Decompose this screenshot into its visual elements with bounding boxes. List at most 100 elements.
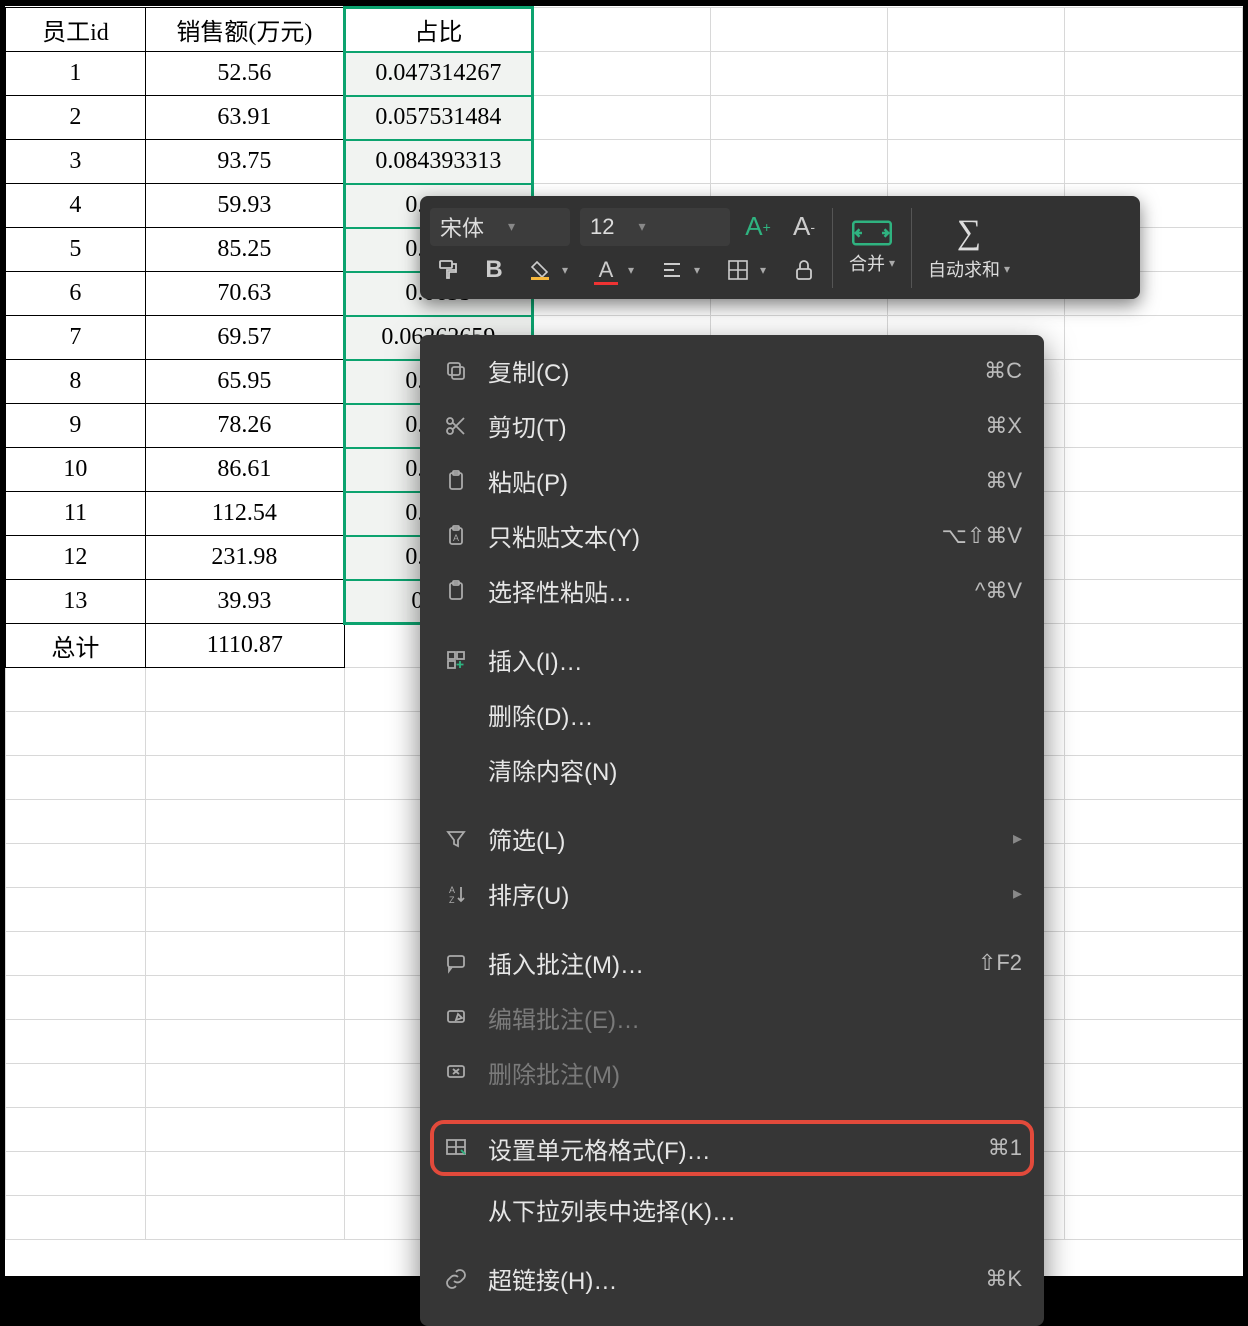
total-label[interactable]: 总计 [6,624,146,668]
data-cell[interactable]: 52.56 [145,52,344,96]
empty-cell[interactable] [6,976,146,1020]
data-cell[interactable]: 0.047314267 [344,52,532,96]
data-cell[interactable]: 1 [6,52,146,96]
menu-insert[interactable]: 插入(I)… [420,632,1044,687]
menu-clear[interactable]: 清除内容(N) [420,742,1044,797]
data-cell[interactable]: 10 [6,448,146,492]
empty-cell[interactable] [1065,536,1243,580]
data-cell[interactable]: 65.95 [145,360,344,404]
empty-cell[interactable] [145,844,344,888]
empty-cell[interactable] [1065,976,1243,1020]
data-cell[interactable]: 93.75 [145,140,344,184]
data-cell[interactable]: 5 [6,228,146,272]
empty-cell[interactable] [145,1108,344,1152]
empty-cell[interactable] [533,140,710,184]
decrease-font-icon[interactable]: A- [786,209,822,245]
format-painter-icon[interactable] [430,252,466,288]
empty-cell[interactable] [145,1020,344,1064]
empty-cell[interactable] [6,932,146,976]
empty-cell[interactable] [6,844,146,888]
empty-cell[interactable] [1065,932,1243,976]
empty-cell[interactable] [1065,404,1243,448]
data-cell[interactable]: 85.25 [145,228,344,272]
menu-paste-special[interactable]: 选择性粘贴… ^⌘V [420,563,1044,618]
column-header[interactable]: 占比 [344,8,532,52]
empty-cell[interactable] [887,52,1064,96]
empty-cell[interactable] [145,1064,344,1108]
empty-cell[interactable] [6,1108,146,1152]
data-cell[interactable]: 13 [6,580,146,624]
empty-cell[interactable] [710,140,887,184]
empty-cell[interactable] [145,888,344,932]
empty-cell[interactable] [1065,360,1243,404]
empty-cell[interactable] [145,756,344,800]
column-header[interactable]: 销售额(万元) [145,8,344,52]
data-cell[interactable]: 69.57 [145,316,344,360]
empty-cell[interactable] [6,1196,146,1240]
empty-cell[interactable] [1065,712,1243,756]
empty-cell[interactable] [1065,668,1243,712]
data-cell[interactable]: 86.61 [145,448,344,492]
empty-cell[interactable] [1065,1020,1243,1064]
empty-cell[interactable] [710,96,887,140]
empty-cell[interactable] [6,668,146,712]
data-cell[interactable]: 231.98 [145,536,344,580]
data-cell[interactable]: 8 [6,360,146,404]
empty-cell[interactable] [710,52,887,96]
merge-button[interactable]: 合并▾ [833,196,911,299]
menu-sort[interactable]: AZ 排序(U) ▸ [420,866,1044,921]
empty-cell[interactable] [533,52,710,96]
empty-cell[interactable] [6,712,146,756]
menu-paste-text[interactable]: A 只粘贴文本(Y) ⌥⇧⌘V [420,508,1044,563]
menu-copy[interactable]: 复制(C) ⌘C [420,343,1044,398]
empty-cell[interactable] [1065,1108,1243,1152]
empty-cell[interactable] [1065,580,1243,624]
menu-cut[interactable]: 剪切(T) ⌘X [420,398,1044,453]
menu-insert-comment[interactable]: 插入批注(M)… ⇧F2 [420,935,1044,990]
empty-cell[interactable] [887,8,1064,52]
font-color-icon[interactable]: A ▾ [588,252,624,288]
empty-cell[interactable] [6,888,146,932]
font-family-select[interactable]: 宋体 ▾ [430,208,570,246]
data-cell[interactable]: 6 [6,272,146,316]
empty-cell[interactable] [1065,1064,1243,1108]
data-cell[interactable]: 12 [6,536,146,580]
empty-cell[interactable] [6,756,146,800]
menu-delete[interactable]: 删除(D)… [420,687,1044,742]
empty-cell[interactable] [1065,1196,1243,1240]
data-cell[interactable]: 3 [6,140,146,184]
empty-cell[interactable] [145,1152,344,1196]
font-size-select[interactable]: 12 ▾ [580,208,730,246]
empty-cell[interactable] [1065,8,1243,52]
bold-icon[interactable]: B [476,252,512,288]
empty-cell[interactable] [1065,756,1243,800]
data-cell[interactable]: 7 [6,316,146,360]
empty-cell[interactable] [145,668,344,712]
lock-icon[interactable] [786,252,822,288]
empty-cell[interactable] [1065,1152,1243,1196]
data-cell[interactable]: 70.63 [145,272,344,316]
menu-filter[interactable]: 筛选(L) ▸ [420,811,1044,866]
empty-cell[interactable] [1065,316,1243,360]
empty-cell[interactable] [145,712,344,756]
data-cell[interactable]: 9 [6,404,146,448]
increase-font-icon[interactable]: A+ [740,209,776,245]
empty-cell[interactable] [145,976,344,1020]
autosum-button[interactable]: ∑ 自动求和▾ [912,196,1026,299]
empty-cell[interactable] [1065,888,1243,932]
empty-cell[interactable] [710,8,887,52]
empty-cell[interactable] [145,800,344,844]
empty-cell[interactable] [1065,52,1243,96]
empty-cell[interactable] [145,932,344,976]
menu-hyperlink[interactable]: 超链接(H)… ⌘K [420,1251,1044,1306]
empty-cell[interactable] [1065,140,1243,184]
empty-cell[interactable] [1065,448,1243,492]
column-header[interactable]: 员工id [6,8,146,52]
data-cell[interactable]: 4 [6,184,146,228]
menu-paste[interactable]: 粘贴(P) ⌘V [420,453,1044,508]
empty-cell[interactable] [533,96,710,140]
empty-cell[interactable] [6,1020,146,1064]
empty-cell[interactable] [6,1064,146,1108]
empty-cell[interactable] [1065,800,1243,844]
data-cell[interactable]: 0.057531484 [344,96,532,140]
